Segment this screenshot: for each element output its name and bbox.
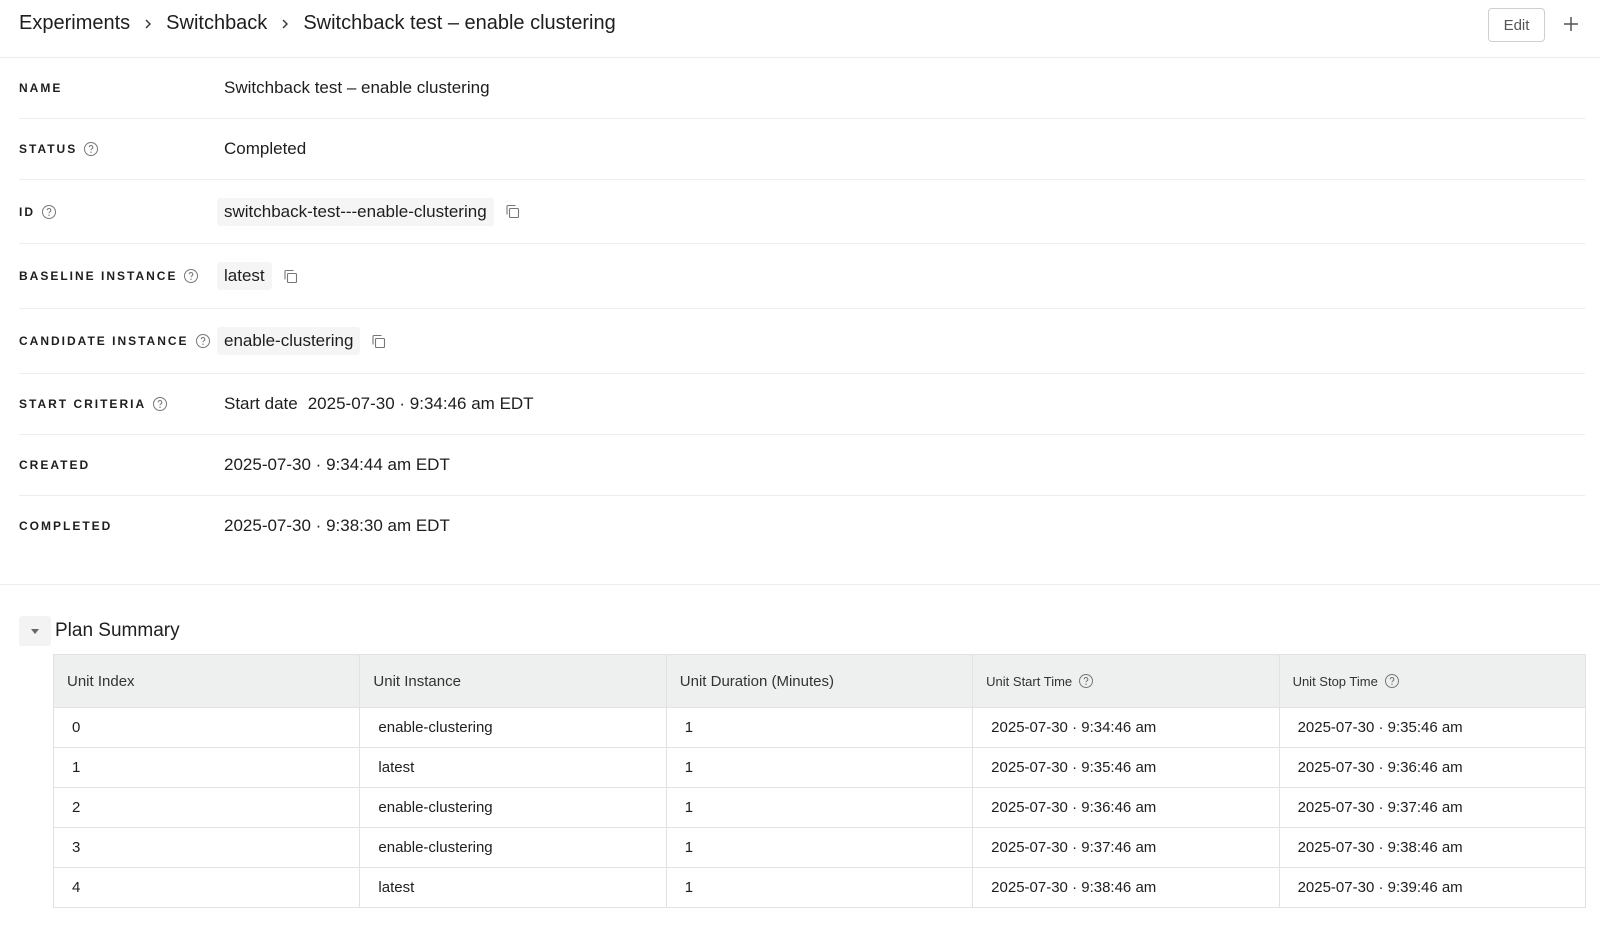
start-criteria-value: Start date 2025-07-30 · 9:34:46 am EDT — [224, 394, 534, 414]
candidate-value: enable-clustering — [217, 327, 361, 355]
baseline-value: latest — [217, 262, 272, 290]
start-date-label: Start date — [224, 394, 298, 413]
column-header-unit-index: Unit Index — [53, 654, 360, 708]
table-row: 3 enable-clustering 1 2025-07-30 · 9:37:… — [53, 827, 1586, 868]
help-icon[interactable] — [195, 333, 211, 349]
help-icon[interactable] — [152, 396, 168, 412]
column-header-unit-start-time: Unit Start Time — [972, 654, 1280, 708]
table-header-row: Unit Index Unit Instance Unit Duration (… — [53, 654, 1586, 708]
cell-unit-duration: 1 — [665, 747, 973, 788]
section-divider — [0, 584, 1600, 585]
help-icon[interactable] — [1078, 673, 1094, 689]
cell-unit-stop-time: 2025-07-30 · 9:35:46 am — [1278, 707, 1586, 748]
breadcrumb-experiments[interactable]: Experiments — [19, 12, 130, 35]
cell-unit-instance: enable-clustering — [359, 787, 667, 828]
cell-unit-instance: enable-clustering — [359, 827, 667, 868]
cell-unit-instance: latest — [359, 867, 667, 908]
page-title: Switchback test – enable clustering — [303, 12, 616, 34]
copy-icon[interactable] — [504, 203, 521, 220]
cell-unit-instance: latest — [359, 747, 667, 788]
cell-unit-index: 2 — [53, 787, 360, 828]
cell-unit-duration: 1 — [665, 707, 973, 748]
cell-unit-stop-time: 2025-07-30 · 9:37:46 am — [1278, 787, 1586, 828]
id-value-wrap: switchback-test---enable-clustering — [217, 197, 521, 226]
created-value: 2025-07-30 · 9:34:44 am EDT — [224, 455, 450, 474]
table-row: 2 enable-clustering 1 2025-07-30 · 9:36:… — [53, 787, 1586, 828]
detail-row-start-criteria: START CRITERIA Start date 2025-07-30 · 9… — [19, 374, 1585, 435]
cell-unit-stop-time: 2025-07-30 · 9:39:46 am — [1278, 867, 1586, 908]
id-value: switchback-test---enable-clustering — [217, 197, 494, 226]
detail-label: CANDIDATE INSTANCE — [19, 334, 189, 348]
table-row: 1 latest 1 2025-07-30 · 9:35:46 am 2025-… — [53, 747, 1586, 788]
edit-button[interactable]: Edit — [1488, 8, 1545, 42]
detail-label: CREATED — [19, 458, 91, 472]
cell-unit-start-time: 2025-07-30 · 9:35:46 am — [972, 747, 1280, 788]
candidate-value-wrap: enable-clustering — [217, 327, 387, 355]
plan-summary-header[interactable]: Plan Summary — [19, 616, 180, 646]
table-row: 4 latest 1 2025-07-30 · 9:38:46 am 2025-… — [53, 867, 1586, 908]
copy-icon[interactable] — [282, 268, 299, 285]
cell-unit-stop-time: 2025-07-30 · 9:36:46 am — [1278, 747, 1586, 788]
detail-label: COMPLETED — [19, 519, 113, 533]
column-header-label: Unit Stop Time — [1292, 673, 1378, 689]
status-value: Completed — [224, 139, 307, 158]
cell-unit-index: 4 — [53, 867, 360, 908]
detail-label-wrap: STATUS — [19, 141, 224, 157]
cell-unit-duration: 1 — [665, 867, 973, 908]
copy-icon[interactable] — [370, 333, 387, 350]
experiment-name: Switchback test – enable clustering — [224, 78, 490, 97]
detail-label: STATUS — [19, 142, 78, 156]
table-row: 0 enable-clustering 1 2025-07-30 · 9:34:… — [53, 707, 1586, 748]
detail-row-name: NAME Switchback test – enable clustering — [19, 58, 1585, 119]
baseline-value-wrap: latest — [217, 262, 299, 290]
breadcrumb: Experiments Switchback Switchback test –… — [19, 12, 616, 35]
detail-label: START CRITERIA — [19, 397, 147, 411]
column-header-unit-stop-time: Unit Stop Time — [1278, 654, 1586, 708]
detail-label-wrap: ID — [19, 204, 224, 220]
plan-summary-table: Unit Index Unit Instance Unit Duration (… — [53, 654, 1586, 908]
help-icon[interactable] — [83, 141, 99, 157]
detail-label: BASELINE INSTANCE — [19, 269, 178, 283]
detail-label-wrap: START CRITERIA — [19, 396, 224, 412]
detail-label: ID — [19, 204, 35, 219]
help-icon[interactable] — [183, 268, 199, 284]
start-date-value: 2025-07-30 · 9:34:46 am EDT — [307, 394, 534, 413]
caret-down-icon[interactable] — [19, 616, 51, 646]
detail-row-created: CREATED 2025-07-30 · 9:34:44 am EDT — [19, 435, 1585, 496]
plan-summary-title: Plan Summary — [55, 620, 180, 641]
cell-unit-stop-time: 2025-07-30 · 9:38:46 am — [1278, 827, 1586, 868]
detail-label: NAME — [19, 81, 63, 95]
column-header-unit-duration: Unit Duration (Minutes) — [665, 654, 973, 708]
detail-row-candidate: CANDIDATE INSTANCE enable-clustering — [19, 309, 1585, 374]
cell-unit-instance: enable-clustering — [359, 707, 667, 748]
column-header-label: Unit Start Time — [986, 673, 1073, 689]
chevron-right-icon — [142, 18, 154, 30]
chevron-right-icon — [279, 18, 291, 30]
detail-label-wrap: CANDIDATE INSTANCE — [19, 333, 224, 349]
cell-unit-start-time: 2025-07-30 · 9:37:46 am — [972, 827, 1280, 868]
plus-icon[interactable] — [1557, 10, 1585, 38]
detail-row-id: ID switchback-test---enable-clustering — [19, 180, 1585, 244]
cell-unit-start-time: 2025-07-30 · 9:38:46 am — [972, 867, 1280, 908]
detail-row-status: STATUS Completed — [19, 119, 1585, 180]
experiment-details: NAME Switchback test – enable clustering… — [19, 58, 1585, 556]
cell-unit-index: 1 — [53, 747, 360, 788]
cell-unit-start-time: 2025-07-30 · 9:34:46 am — [972, 707, 1280, 748]
detail-label-wrap: BASELINE INSTANCE — [19, 268, 224, 284]
column-header-unit-instance: Unit Instance — [359, 654, 667, 708]
cell-unit-index: 0 — [53, 707, 360, 748]
cell-unit-start-time: 2025-07-30 · 9:36:46 am — [972, 787, 1280, 828]
page-header: Experiments Switchback Switchback test –… — [0, 0, 1600, 58]
detail-row-baseline: BASELINE INSTANCE latest — [19, 244, 1585, 309]
help-icon[interactable] — [41, 204, 57, 220]
cell-unit-duration: 1 — [665, 827, 973, 868]
cell-unit-duration: 1 — [665, 787, 973, 828]
detail-row-completed: COMPLETED 2025-07-30 · 9:38:30 am EDT — [19, 496, 1585, 556]
completed-value: 2025-07-30 · 9:38:30 am EDT — [224, 516, 450, 535]
breadcrumb-switchback[interactable]: Switchback — [166, 12, 267, 35]
cell-unit-index: 3 — [53, 827, 360, 868]
help-icon[interactable] — [1384, 673, 1400, 689]
